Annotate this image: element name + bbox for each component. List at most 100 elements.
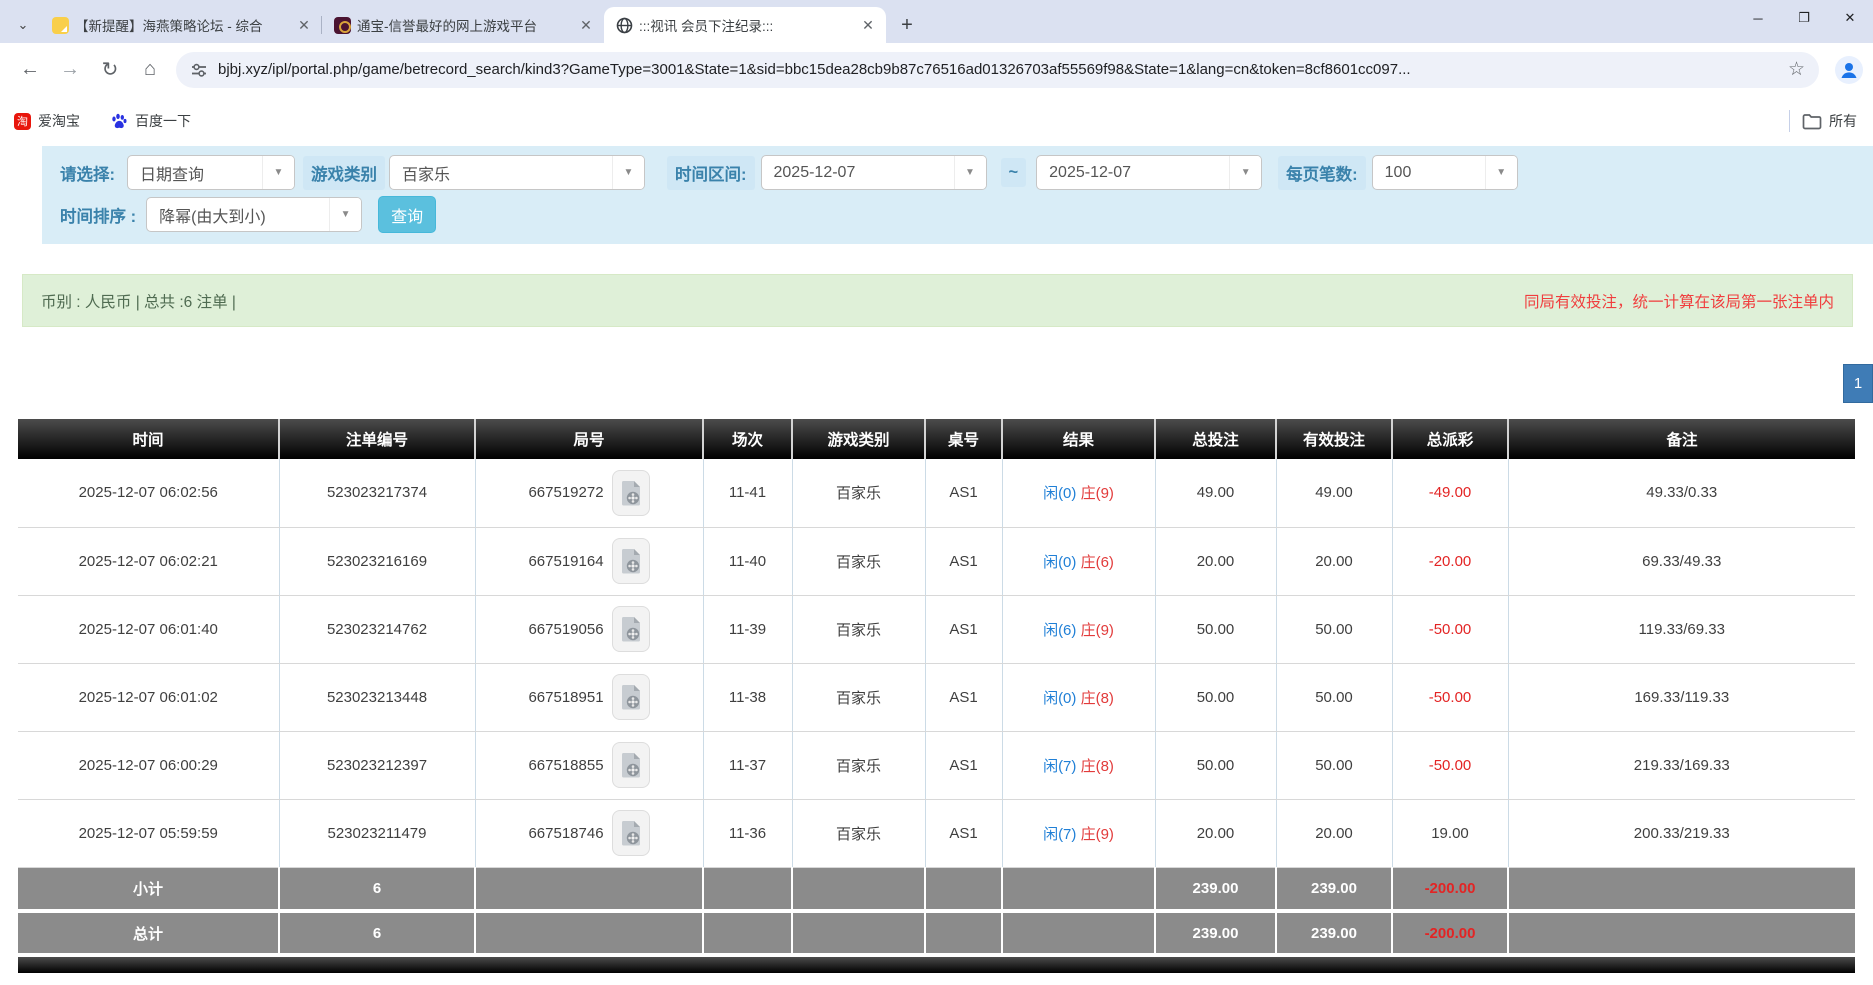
chevron-down-icon[interactable]: ▼: [262, 156, 294, 189]
sum-valid-bet: 239.00: [1276, 911, 1392, 955]
bookmarks-all-area[interactable]: 所有: [1789, 96, 1873, 146]
cell-valid-bet: 50.00: [1276, 595, 1392, 663]
cell-total-bet[interactable]: 50.00: [1155, 595, 1276, 663]
sum-label: 总计: [18, 911, 279, 955]
pagination-page-1[interactable]: 1: [1843, 364, 1873, 403]
profile-avatar[interactable]: [1835, 56, 1863, 84]
casino-favicon-icon: [334, 17, 351, 34]
sum-valid-bet: 239.00: [1276, 867, 1392, 911]
cell-bet-id: 523023217374: [279, 459, 475, 527]
cell-total-bet[interactable]: 50.00: [1155, 731, 1276, 799]
forward-icon[interactable]: →: [50, 52, 90, 88]
cell-total-bet[interactable]: 20.00: [1155, 527, 1276, 595]
cell-bet-id: 523023214762: [279, 595, 475, 663]
result-player: 闲(0): [1043, 690, 1076, 707]
date-to-value: 2025-12-07: [1037, 164, 1229, 182]
tab-forum[interactable]: 【新提醒】海燕策略论坛 - 综合 ✕: [40, 7, 322, 43]
round-id-text: 667518855: [528, 757, 603, 774]
video-replay-button[interactable]: [612, 538, 650, 584]
address-bar[interactable]: bjbj.xyz/ipl/portal.php/game/betrecord_s…: [176, 52, 1819, 88]
table-footer-bar: [18, 957, 1855, 973]
cell-session: 11-37: [703, 731, 792, 799]
col-valid-bet: 有效投注: [1276, 419, 1392, 459]
minimize-button[interactable]: ─: [1735, 0, 1781, 36]
col-round-id: 局号: [475, 419, 703, 459]
cell-time: 2025-12-07 06:02:21: [18, 527, 279, 595]
tab-casino[interactable]: 通宝-信誉最好的网上游戏平台 ✕: [322, 7, 604, 43]
chevron-down-icon[interactable]: ▼: [1229, 156, 1261, 189]
cell-total-bet[interactable]: 20.00: [1155, 799, 1276, 867]
tab-close-icon[interactable]: ✕: [576, 15, 596, 35]
select-type-label: 请选择:: [60, 161, 115, 185]
cell-total-bet[interactable]: 50.00: [1155, 663, 1276, 731]
bookmark-baidu[interactable]: 百度一下: [110, 111, 191, 131]
currency-total-text: 币别 : 人民币 | 总共 :6 注单 |: [41, 290, 236, 312]
url-text[interactable]: bjbj.xyz/ipl/portal.php/game/betrecord_s…: [218, 61, 1778, 78]
sum-count: 6: [279, 867, 475, 911]
browser-tab-strip: ⌄ 【新提醒】海燕策略论坛 - 综合 ✕ 通宝-信誉最好的网上游戏平台 ✕ ::…: [0, 0, 1873, 43]
col-result: 结果: [1002, 419, 1155, 459]
chevron-down-icon[interactable]: ▼: [329, 198, 361, 231]
home-icon[interactable]: ⌂: [130, 52, 170, 88]
table-row: 2025-12-07 05:59:59 523023211479 6675187…: [18, 799, 1855, 867]
result-player: 闲(6): [1043, 622, 1076, 639]
bookmark-aitaobao[interactable]: 淘 爱淘宝: [14, 111, 80, 131]
result-player: 闲(0): [1043, 554, 1076, 571]
video-replay-button[interactable]: [612, 606, 650, 652]
baidu-paw-icon: [110, 112, 128, 130]
cell-result: 闲(0) 庄(8): [1002, 663, 1155, 731]
new-tab-button[interactable]: +: [892, 10, 922, 40]
filter-row-1: 请选择: 日期查询 ▼ 游戏类别 百家乐 ▼ 时间区间: 2025-12-07 …: [60, 155, 1873, 190]
globe-favicon-icon: [616, 17, 633, 34]
video-replay-button[interactable]: [612, 674, 650, 720]
tab-close-icon[interactable]: ✕: [858, 15, 878, 35]
close-button[interactable]: ✕: [1827, 0, 1873, 36]
page-size-dropdown[interactable]: 100 ▼: [1372, 155, 1518, 190]
result-player: 闲(7): [1043, 758, 1076, 775]
query-type-dropdown[interactable]: 日期查询 ▼: [127, 155, 295, 190]
date-to-input[interactable]: 2025-12-07 ▼: [1036, 155, 1262, 190]
search-button[interactable]: 查询: [378, 196, 436, 233]
tab-close-icon[interactable]: ✕: [294, 15, 314, 35]
cell-round-id: 667518951: [475, 663, 703, 731]
cell-table-no: AS1: [925, 731, 1002, 799]
tab-search-chevron-icon[interactable]: ⌄: [6, 7, 40, 43]
video-replay-button[interactable]: [612, 470, 650, 516]
result-banker: 庄(8): [1081, 758, 1114, 775]
taobao-icon: 淘: [14, 113, 31, 130]
back-icon[interactable]: ←: [10, 52, 50, 88]
site-settings-icon[interactable]: [190, 61, 208, 79]
filter-row-2: 时间排序 : 降幂(由大到小) ▼ 查询: [60, 196, 1873, 233]
cell-total-bet[interactable]: 49.00: [1155, 459, 1276, 527]
video-replay-button[interactable]: [612, 742, 650, 788]
cell-bet-id: 523023212397: [279, 731, 475, 799]
time-sort-dropdown[interactable]: 降幂(由大到小) ▼: [146, 197, 362, 232]
chevron-down-icon[interactable]: ▼: [954, 156, 986, 189]
col-note: 备注: [1508, 419, 1855, 459]
cell-session: 11-40: [703, 527, 792, 595]
cell-game-type: 百家乐: [792, 459, 925, 527]
result-banker: 庄(9): [1081, 826, 1114, 843]
maximize-button[interactable]: ❐: [1781, 0, 1827, 36]
round-id-text: 667518746: [528, 825, 603, 842]
bet-record-table: 时间 注单编号 局号 场次 游戏类别 桌号 结果 总投注 有效投注 总派彩 备注…: [18, 419, 1855, 957]
reload-icon[interactable]: ↻: [90, 52, 130, 88]
filter-panel: 请选择: 日期查询 ▼ 游戏类别 百家乐 ▼ 时间区间: 2025-12-07 …: [42, 146, 1873, 244]
game-type-dropdown[interactable]: 百家乐 ▼: [389, 155, 645, 190]
bookmark-star-icon[interactable]: ☆: [1788, 58, 1805, 81]
date-from-input[interactable]: 2025-12-07 ▼: [761, 155, 987, 190]
chevron-down-icon[interactable]: ▼: [1485, 156, 1517, 189]
chevron-down-icon[interactable]: ▼: [612, 156, 644, 189]
cell-payout: -50.00: [1392, 663, 1508, 731]
cell-session: 11-41: [703, 459, 792, 527]
tab-bet-records-active[interactable]: :::视讯 会员下注纪录::: ✕: [604, 7, 886, 43]
cell-round-id: 667518855: [475, 731, 703, 799]
video-replay-button[interactable]: [612, 810, 650, 856]
cell-round-id: 667519272: [475, 459, 703, 527]
date-from-value: 2025-12-07: [762, 164, 954, 182]
tab-title: :::视讯 会员下注纪录:::: [639, 15, 852, 35]
cell-valid-bet: 20.00: [1276, 799, 1392, 867]
summary-row: 总计 6 239.00 239.00 -200.00: [18, 911, 1855, 955]
bookmark-label: 爱淘宝: [38, 111, 80, 131]
cell-result: 闲(0) 庄(6): [1002, 527, 1155, 595]
